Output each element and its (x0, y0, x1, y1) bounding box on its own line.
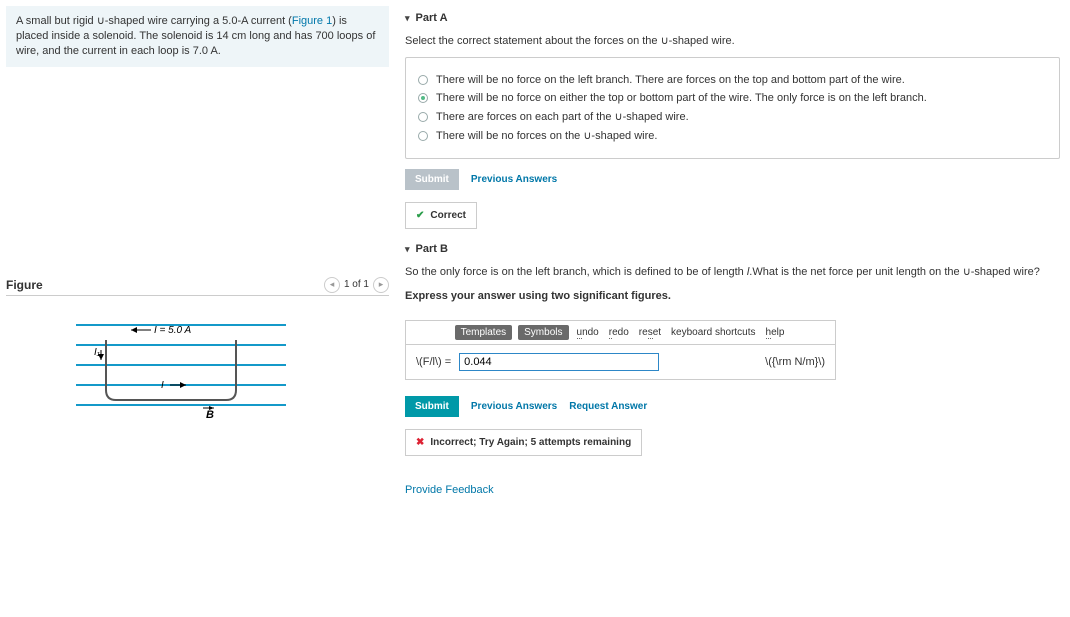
choice-4[interactable]: There will be no forces on the ∪-shaped … (418, 129, 1047, 142)
svg-text:I: I (161, 380, 164, 391)
part-b: Part B So the only force is on the left … (405, 243, 1060, 456)
previous-answers-link-a[interactable]: Previous Answers (471, 174, 557, 185)
undo-button[interactable]: undo (575, 326, 601, 339)
problem-text: A small but rigid (16, 15, 97, 27)
answer-var-label: \(F/l\) = (416, 356, 451, 368)
choice-3[interactable]: There are forces on each part of the ∪-s… (418, 110, 1047, 123)
status-correct: ✔ Correct (405, 202, 477, 229)
radio-icon[interactable] (418, 131, 428, 141)
reset-button[interactable]: reset (637, 326, 663, 339)
answer-box: Templates Symbols undo redo reset keyboa… (405, 320, 836, 380)
choice-label: There are forces on each part of the ∪-s… (436, 110, 689, 123)
previous-answers-link-b[interactable]: Previous Answers (471, 401, 557, 412)
figure-title: Figure (6, 278, 43, 292)
redo-button[interactable]: redo (607, 326, 631, 339)
choice-label: There will be no force on either the top… (436, 92, 927, 104)
figure-image: I = 5.0 A I₁ I B (6, 296, 389, 423)
choices-box: There will be no force on the left branc… (405, 57, 1060, 159)
svg-text:I = 5.0 A: I = 5.0 A (154, 325, 191, 336)
status-text: Incorrect; Try Again; 5 attempts remaini… (430, 437, 631, 448)
submit-button-a: Submit (405, 169, 459, 190)
cross-icon: ✖ (416, 437, 424, 448)
figure-prev-button[interactable]: ◂ (324, 277, 340, 293)
figure-panel: Figure ◂ 1 of 1 ▸ (6, 277, 389, 423)
part-a: Part A Select the correct statement abou… (405, 12, 1060, 229)
choice-label: There will be no forces on the ∪-shaped … (436, 129, 657, 142)
radio-icon[interactable] (418, 93, 428, 103)
choice-2[interactable]: There will be no force on either the top… (418, 92, 1047, 104)
check-icon: ✔ (416, 210, 424, 221)
svg-text:I₁: I₁ (94, 347, 100, 358)
request-answer-link[interactable]: Request Answer (569, 401, 647, 412)
answer-unit: \({\rm N/m}\) (765, 356, 825, 368)
status-text: Correct (430, 210, 466, 221)
radio-icon[interactable] (418, 112, 428, 122)
part-a-prompt: Select the correct statement about the f… (405, 34, 1060, 49)
figure-link[interactable]: Figure 1 (292, 15, 332, 27)
help-button[interactable]: help (764, 326, 787, 339)
answer-input[interactable] (459, 353, 659, 371)
symbols-button[interactable]: Symbols (518, 325, 568, 340)
svg-text:B: B (206, 409, 214, 420)
radio-icon[interactable] (418, 75, 428, 85)
templates-button[interactable]: Templates (455, 325, 513, 340)
express-line: Express your answer using two significan… (405, 289, 1060, 304)
part-b-prompt: So the only force is on the left branch,… (405, 265, 1060, 280)
figure-counter: 1 of 1 (344, 279, 369, 290)
part-b-title[interactable]: Part B (405, 243, 1060, 255)
answer-toolbar: Templates Symbols undo redo reset keyboa… (406, 321, 835, 345)
submit-button-b[interactable]: Submit (405, 396, 459, 417)
u-shape-glyph: ∪ (97, 15, 105, 27)
problem-statement: A small but rigid ∪-shaped wire carrying… (6, 6, 389, 67)
figure-next-button[interactable]: ▸ (373, 277, 389, 293)
choice-label: There will be no force on the left branc… (436, 74, 905, 86)
provide-feedback-link[interactable]: Provide Feedback (405, 484, 494, 496)
status-incorrect: ✖ Incorrect; Try Again; 5 attempts remai… (405, 429, 642, 456)
part-a-title[interactable]: Part A (405, 12, 1060, 24)
keyboard-shortcuts-button[interactable]: keyboard shortcuts (669, 326, 758, 339)
choice-1[interactable]: There will be no force on the left branc… (418, 74, 1047, 86)
